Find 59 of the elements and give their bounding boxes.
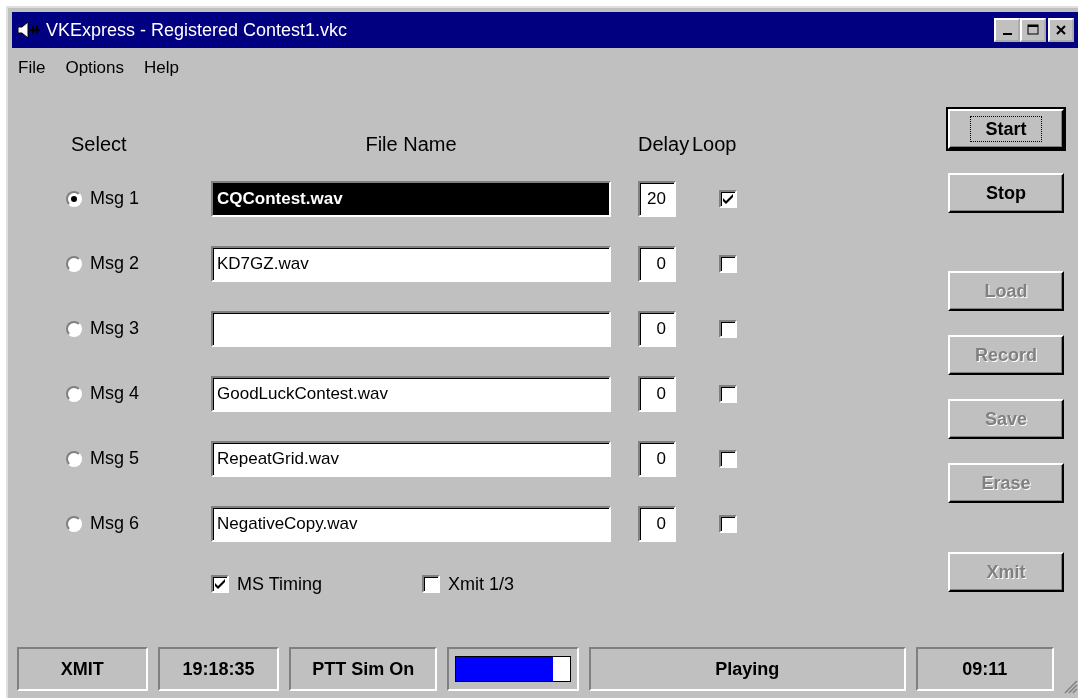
radio-label: Msg 1 <box>90 188 140 209</box>
menu-item[interactable]: File <box>18 58 46 78</box>
check-icon <box>214 578 226 590</box>
option-label: MS Timing <box>237 573 323 595</box>
radio-button[interactable] <box>66 255 82 272</box>
radio-button[interactable] <box>66 515 82 532</box>
radio-label: Msg 3 <box>90 318 140 339</box>
radio-button[interactable] <box>66 450 82 467</box>
radio-button[interactable] <box>66 190 82 207</box>
maximize-icon <box>1027 24 1039 36</box>
push-button[interactable]: Start <box>948 109 1064 149</box>
loop-checkbox[interactable] <box>719 254 737 273</box>
loop-checkbox[interactable] <box>719 319 737 338</box>
loop-checkbox[interactable] <box>719 514 737 533</box>
option-checkbox[interactable] <box>422 575 441 593</box>
radio-button[interactable] <box>66 320 82 337</box>
file-name-field[interactable]: KD7GZ.wav <box>211 245 611 282</box>
menu-item[interactable]: Help <box>144 58 179 78</box>
minimize-icon <box>1002 33 1012 35</box>
column-header: Select <box>71 132 127 156</box>
close-icon <box>1055 24 1067 36</box>
file-name-field[interactable]: RepeatGrid.wav <box>211 440 611 477</box>
delay-field[interactable]: 0 <box>638 310 676 347</box>
radio-button[interactable] <box>66 385 82 402</box>
file-name-field[interactable] <box>211 310 611 347</box>
delay-field[interactable]: 0 <box>638 245 676 282</box>
radio-label: Msg 2 <box>90 253 140 274</box>
delay-field[interactable]: 0 <box>638 440 676 477</box>
file-name-field[interactable]: NegativeCopy.wav <box>211 505 611 542</box>
delay-field[interactable]: 20 <box>638 180 676 217</box>
radio-label: Msg 5 <box>90 448 140 469</box>
file-name-field[interactable]: CQContest.wav <box>211 180 611 217</box>
push-button[interactable]: Stop <box>948 173 1064 213</box>
option-checkbox[interactable] <box>211 575 229 593</box>
status-panel: XMIT <box>17 647 148 691</box>
column-header: File Name <box>365 132 457 156</box>
check-icon <box>722 192 734 205</box>
column-header: Delay <box>638 132 690 156</box>
status-panel: PTT Sim On <box>289 647 437 691</box>
delay-field[interactable]: 0 <box>638 505 676 542</box>
radio-label: Msg 6 <box>90 513 140 534</box>
status-panel: Playing <box>588 647 906 691</box>
loop-checkbox[interactable] <box>719 189 737 208</box>
loop-checkbox[interactable] <box>719 449 737 468</box>
file-name-field[interactable]: GoodLuckContest.wav <box>211 375 611 412</box>
loop-checkbox[interactable] <box>719 384 737 403</box>
status-panel: 19:18:35 <box>157 647 280 691</box>
option-label: Xmit 1/3 <box>448 573 515 595</box>
window-title: VKExpress - Registered Contest1.vkc <box>46 19 349 41</box>
menu-item[interactable]: Options <box>65 58 124 78</box>
resize-grip-icon[interactable] <box>1064 680 1078 694</box>
close-button[interactable] <box>1048 18 1074 42</box>
status-panel: 09:11 <box>915 647 1055 691</box>
speaker-icon <box>16 20 42 40</box>
column-header: Loop <box>692 132 737 156</box>
maximize-button[interactable] <box>1020 18 1046 42</box>
delay-field[interactable]: 0 <box>638 375 676 412</box>
radio-label: Msg 4 <box>90 383 140 404</box>
minimize-button[interactable] <box>994 18 1020 42</box>
